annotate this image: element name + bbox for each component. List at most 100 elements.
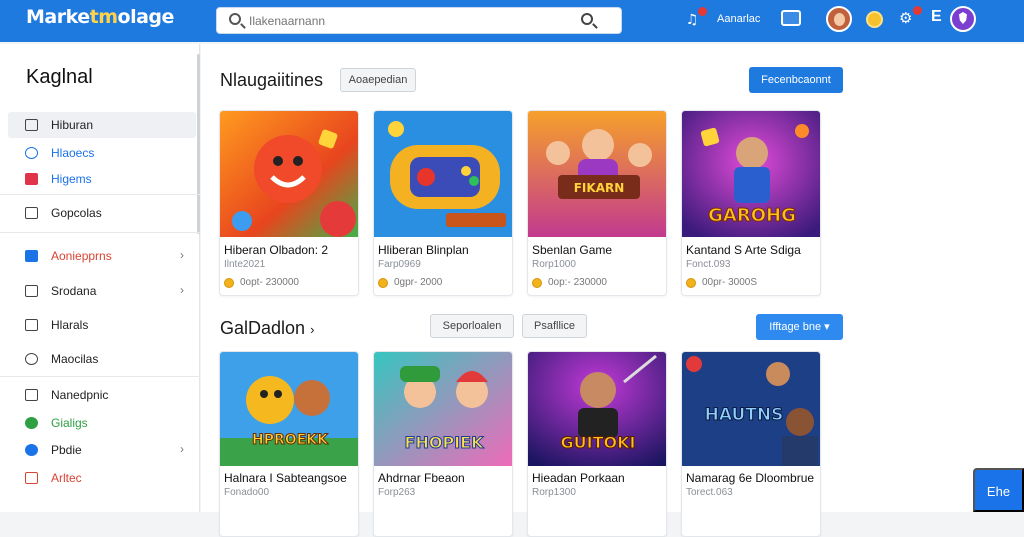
- chat-icon: [25, 353, 38, 365]
- search-submit-icon[interactable]: [581, 13, 593, 25]
- floating-action-button[interactable]: Ehe: [973, 468, 1024, 512]
- user-label[interactable]: Aanarlac: [717, 13, 760, 25]
- thumbnail-text: HPROEKK: [252, 432, 329, 448]
- shield-icon[interactable]: [950, 6, 976, 32]
- main-content: Nlaugaiitines Aoaepedian Fecenbcaonnt Hi…: [201, 44, 857, 537]
- game-title: Ahdrnar Fbeaon: [378, 471, 465, 485]
- chevron-right-icon[interactable]: ›: [310, 322, 314, 337]
- notifications-icon[interactable]: ♫: [683, 7, 707, 29]
- avatar[interactable]: [826, 6, 852, 32]
- game-subtitle: Forp263: [378, 487, 416, 498]
- messages-icon[interactable]: [781, 10, 801, 26]
- grid-icon: [25, 207, 38, 219]
- search-input[interactable]: [249, 11, 579, 31]
- sidebar-item-label: Arltec: [51, 471, 82, 485]
- game-card[interactable]: FHOPIEK Ahdrnar Fbeaon Forp263: [373, 351, 513, 537]
- sidebar-item-label: Srodana: [51, 284, 97, 298]
- right-gutter: [857, 44, 1024, 512]
- sidebar-item-arltec[interactable]: Arltec: [8, 465, 196, 491]
- game-title: Namarag 6e Dloombrue: [686, 471, 815, 485]
- gear-icon[interactable]: ⚙: [899, 6, 922, 27]
- search-bar: [216, 7, 622, 34]
- sidebar-item-hlarals[interactable]: Hlarals: [8, 312, 196, 338]
- close-icon: [25, 472, 38, 484]
- thumbnail-text: FHOPIEK: [405, 433, 485, 452]
- section-action-button[interactable]: Fecenbcaonnt: [749, 67, 843, 93]
- sidebar-item-label: Hlarals: [51, 318, 89, 332]
- sidebar-scrollbar[interactable]: [197, 54, 200, 234]
- game-subtitle: Fonado00: [224, 487, 270, 498]
- bell-icon: [25, 389, 38, 401]
- search-icon: [229, 13, 241, 25]
- sidebar-item-srodana[interactable]: Srodana ›: [8, 278, 196, 304]
- game-subtitle: Farp0969: [378, 259, 421, 270]
- top-navigation-bar: Marketmolage ♫ Aanarlac ⚙ E: [0, 0, 1024, 42]
- app-logo[interactable]: Marketmolage: [26, 6, 174, 28]
- thumbnail-text: GAROHG: [708, 205, 796, 226]
- sidebar-title: Kaglnal: [26, 66, 93, 88]
- game-title: Hieadan Porkaan: [532, 471, 625, 485]
- section-action-button[interactable]: Ifftage bne ▾: [756, 314, 843, 340]
- logo-accent-text: tm: [89, 6, 118, 28]
- sidebar-item-gopcolas[interactable]: Gopcolas: [8, 200, 196, 226]
- coins-icon[interactable]: [866, 11, 883, 28]
- filter-pill-button[interactable]: Psafllice: [522, 314, 587, 338]
- game-thumbnail: GAROHG: [682, 111, 820, 237]
- game-title: Kantand S Arte Sdiga: [686, 243, 801, 257]
- section-title: Nlaugaiitines: [220, 70, 324, 90]
- sidebar-item-pbdie[interactable]: Pbdie ›: [8, 437, 196, 463]
- sidebar-item-label: Hiburan: [51, 118, 94, 132]
- chevron-down-icon: ▾: [824, 321, 830, 333]
- sidebar-item-label: Aoniepprns: [51, 249, 112, 263]
- game-subtitle: Fonct.093: [686, 259, 731, 270]
- chevron-right-icon: ›: [180, 248, 184, 262]
- game-card[interactable]: GAROHG Kantand S Arte Sdiga Fonct.093 00…: [681, 110, 821, 296]
- sidebar-item-maocilas[interactable]: Maocilas: [8, 346, 196, 372]
- sidebar-item-aoniepprns[interactable]: Aoniepprns ›: [8, 243, 196, 269]
- sidebar-item-gialigs[interactable]: Gialigs: [8, 410, 196, 436]
- sidebar-item-label: Gopcolas: [51, 206, 102, 220]
- game-card[interactable]: Hiberan Olbadon: 2 Ilnte2021 0opt- 23000…: [219, 110, 359, 296]
- filter-pill-button[interactable]: Seporloalen: [430, 314, 514, 338]
- sidebar-divider: [0, 376, 200, 377]
- notification-badge: [698, 7, 707, 16]
- game-thumbnail: HAUTNS: [682, 352, 820, 466]
- game-card[interactable]: GUITOKI Hieadan Porkaan Rorp1300: [527, 351, 667, 537]
- sidebar-item-label: Pbdie: [51, 443, 82, 457]
- game-meta: 00pr- 3000S: [702, 277, 758, 288]
- store-icon: [25, 250, 38, 262]
- section-title: GalDadlon ›: [220, 318, 314, 339]
- action-label: Ifftage bne: [769, 321, 822, 333]
- sidebar-item-label: Maocilas: [51, 352, 99, 366]
- game-meta: 0gpr- 2000: [394, 277, 443, 288]
- square-icon: [25, 173, 38, 185]
- document-icon: [25, 319, 38, 331]
- sidebar-item-hiburan[interactable]: Hiburan: [8, 112, 196, 138]
- coin-icon: [532, 278, 542, 288]
- sidebar-item-higems[interactable]: Higems: [8, 166, 196, 192]
- menu-button[interactable]: E: [931, 8, 942, 26]
- sidebar-item-nanedpnic[interactable]: Nanedpnic: [8, 382, 196, 408]
- game-title: Hiberan Olbadon: 2: [224, 243, 329, 257]
- filter-pill-button[interactable]: Aoaepedian: [340, 68, 416, 92]
- game-meta: 0opt- 230000: [240, 277, 299, 288]
- sidebar-item-hlaoecs[interactable]: Hlaoecs: [8, 140, 196, 166]
- coin-icon: [224, 278, 234, 288]
- profile-icon: [25, 444, 38, 456]
- game-meta: 0op:- 230000: [548, 277, 607, 288]
- game-subtitle: Rorp1000: [532, 259, 576, 270]
- globe-icon: [25, 417, 38, 429]
- game-card[interactable]: HAUTNS Namarag 6e Dloombrue Torect.063: [681, 351, 821, 537]
- game-card[interactable]: Hliberan Blinplan Farp0969 0gpr- 2000: [373, 110, 513, 296]
- sidebar-divider: [0, 232, 200, 233]
- game-card[interactable]: FIKARN Sbenlan Game Rorp1000 0op:- 23000…: [527, 110, 667, 296]
- game-thumbnail: [374, 111, 512, 237]
- list-icon: [25, 119, 38, 131]
- section-title-text: GalDadlon: [220, 318, 306, 338]
- circle-icon: [25, 147, 38, 159]
- coin-icon: [378, 278, 388, 288]
- game-card[interactable]: HPROEKK Halnara I Sabteangsoe Fonado00: [219, 351, 359, 537]
- chevron-right-icon: ›: [180, 283, 184, 297]
- game-title: Hliberan Blinplan: [378, 243, 469, 257]
- logo-tail-text: olage: [117, 6, 175, 28]
